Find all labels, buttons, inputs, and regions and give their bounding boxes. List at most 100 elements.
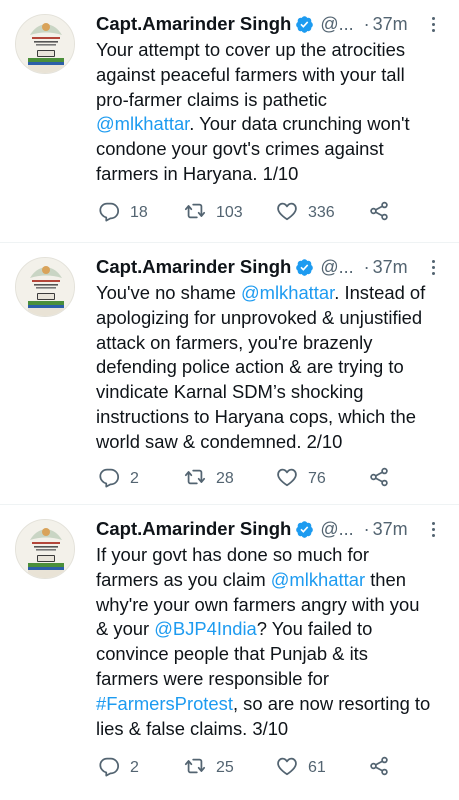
- tweet-text-line: apologizing for unprovoked & unjustified: [96, 306, 446, 331]
- reply-icon: [98, 200, 120, 227]
- retweet-button[interactable]: 25: [184, 756, 234, 780]
- text-segment: farmers as you claim: [96, 568, 271, 590]
- text-segment: . Your data crunching won't: [189, 113, 410, 135]
- avatar[interactable]: [15, 257, 75, 317]
- tweet[interactable]: Capt.Amarinder Singh @... · 37m Your att…: [0, 0, 459, 243]
- hashtag-link[interactable]: #FarmersProtest: [96, 693, 233, 714]
- text-segment: defending police action & are trying to: [96, 356, 404, 378]
- reply-count: 2: [130, 470, 139, 487]
- tweet-text-line: #FarmersProtest, so are now resorting to: [96, 692, 446, 717]
- tweet-text-line: farmers in Haryana. 1/10: [96, 162, 446, 187]
- tweet-text-line: condone your govt's crimes against: [96, 137, 446, 162]
- like-button[interactable]: 76: [276, 467, 326, 491]
- share-icon: [368, 755, 390, 782]
- text-segment: attack on farmers, you're brazenly: [96, 331, 373, 353]
- retweet-icon: [184, 466, 206, 493]
- text-segment: pro-farmer claims is pathetic: [96, 88, 327, 110]
- retweet-count: 25: [216, 759, 234, 776]
- tweet-content: Capt.Amarinder Singh @... · 37m You've n…: [96, 253, 446, 455]
- more-options-icon[interactable]: [426, 12, 440, 36]
- text-segment: against peaceful farmers with your tall: [96, 63, 405, 85]
- tweet-text-line: lies & false claims. 3/10: [96, 717, 446, 742]
- tweet-text-line: You've no shame @mlkhattar. Instead of: [96, 281, 446, 306]
- retweet-icon: [184, 200, 206, 227]
- tweet-text-line: attack on farmers, you're brazenly: [96, 331, 446, 356]
- tweet-text: Your attempt to cover up the atrocities a…: [96, 38, 446, 187]
- retweet-button[interactable]: 28: [184, 467, 234, 491]
- tweet-text-line: farmers were responsible for: [96, 667, 446, 692]
- text-segment: why're your own farmers angry with you: [96, 593, 420, 615]
- text-segment: . Instead of: [334, 282, 426, 303]
- share-icon: [368, 200, 390, 227]
- tweet[interactable]: Capt.Amarinder Singh @... · 37m You've n…: [0, 243, 459, 505]
- author-handle[interactable]: @...: [320, 257, 353, 278]
- tweet[interactable]: Capt.Amarinder Singh @... · 37m If your …: [0, 505, 459, 800]
- avatar[interactable]: [15, 519, 75, 579]
- tweet-text-line: pro-farmer claims is pathetic: [96, 88, 446, 113]
- tweet-header: Capt.Amarinder Singh @... · 37m: [96, 253, 446, 281]
- timestamp[interactable]: 37m: [373, 14, 408, 35]
- text-segment: then: [365, 568, 406, 590]
- tweet-text-line: defending police action & are trying to: [96, 355, 446, 380]
- share-button[interactable]: [368, 201, 390, 225]
- tweet-text-line: vindicate Karnal SDM’s shocking: [96, 380, 446, 405]
- tweet-header: Capt.Amarinder Singh @... · 37m: [96, 515, 446, 543]
- like-icon: [276, 755, 298, 782]
- text-segment: , so are now resorting to: [232, 692, 431, 714]
- share-button[interactable]: [368, 467, 390, 491]
- text-segment: farmers in Haryana. 1/10: [96, 162, 299, 184]
- mention-link[interactable]: @mlkhattar: [241, 282, 334, 303]
- more-options-icon[interactable]: [426, 517, 440, 541]
- like-icon: [276, 466, 298, 493]
- reply-icon: [98, 466, 120, 493]
- retweet-icon: [184, 755, 206, 782]
- share-button[interactable]: [368, 756, 390, 780]
- reply-icon: [98, 755, 120, 782]
- text-segment: condone your govt's crimes against: [96, 138, 384, 160]
- tweet-content: Capt.Amarinder Singh @... · 37m Your att…: [96, 10, 446, 187]
- tweet-text-line: @mlkhattar. Your data crunching won't: [96, 112, 446, 137]
- like-button[interactable]: 336: [276, 201, 335, 225]
- text-segment: & your: [96, 618, 155, 640]
- text-segment: vindicate Karnal SDM’s shocking: [96, 381, 364, 403]
- reply-count: 2: [130, 759, 139, 776]
- like-icon: [276, 200, 298, 227]
- tweet-text-line: farmers as you claim @mlkhattar then: [96, 568, 446, 593]
- separator: ·: [363, 256, 370, 277]
- verified-badge-icon: [295, 520, 314, 539]
- avatar[interactable]: [15, 14, 75, 74]
- tweet-text-line: instructions to Haryana cops, which the: [96, 405, 446, 430]
- text-segment: If your govt has done so much for: [96, 544, 369, 565]
- tweet-header: Capt.Amarinder Singh @... · 37m: [96, 10, 446, 38]
- author-name[interactable]: Capt.Amarinder Singh: [96, 256, 291, 278]
- tweet-text-line: against peaceful farmers with your tall: [96, 63, 446, 88]
- more-options-icon[interactable]: [426, 255, 440, 279]
- text-segment: Your attempt to cover up the atrocities: [96, 39, 406, 60]
- reply-button[interactable]: 18: [98, 201, 148, 225]
- reply-button[interactable]: 2: [98, 467, 139, 491]
- like-button[interactable]: 61: [276, 756, 326, 780]
- retweet-count: 28: [216, 470, 234, 487]
- timestamp[interactable]: 37m: [373, 519, 408, 540]
- mention-link[interactable]: @mlkhattar: [96, 113, 189, 134]
- mention-link[interactable]: @mlkhattar: [271, 569, 365, 590]
- author-handle[interactable]: @...: [320, 14, 353, 35]
- tweet-text-line: Your attempt to cover up the atrocities: [96, 38, 446, 63]
- text-segment: farmers were responsible for: [96, 667, 330, 689]
- tweet-text-line: why're your own farmers angry with you: [96, 593, 446, 618]
- like-count: 61: [308, 759, 326, 776]
- tweet-text-line: world saw & condemned. 2/10: [96, 430, 446, 455]
- separator: ·: [363, 13, 370, 34]
- timestamp[interactable]: 37m: [373, 257, 408, 278]
- author-name[interactable]: Capt.Amarinder Singh: [96, 13, 291, 35]
- text-segment: convince people that Punjab & its: [96, 643, 368, 665]
- author-name[interactable]: Capt.Amarinder Singh: [96, 518, 291, 540]
- retweet-button[interactable]: 103: [184, 201, 243, 225]
- reply-button[interactable]: 2: [98, 756, 139, 780]
- mention-link[interactable]: @BJP4India: [154, 618, 257, 639]
- share-icon: [368, 466, 390, 493]
- text-segment: apologizing for unprovoked & unjustified: [96, 306, 423, 328]
- text-segment: lies & false claims. 3/10: [96, 717, 289, 739]
- reply-count: 18: [130, 204, 148, 221]
- author-handle[interactable]: @...: [320, 519, 353, 540]
